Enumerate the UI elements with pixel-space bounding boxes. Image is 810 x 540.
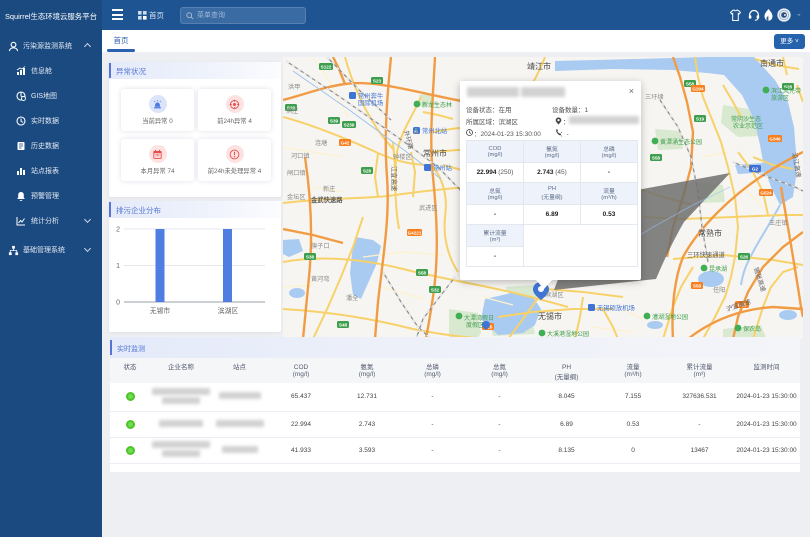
svg-text:S39: S39: [330, 119, 339, 124]
svg-text:🚆: 🚆: [413, 128, 419, 135]
svg-text:保农岛: 保农岛: [743, 325, 761, 333]
svg-text:昆承湖: 昆承湖: [709, 265, 727, 273]
svg-text:金武快速路: 金武快速路: [310, 195, 343, 204]
svg-text:三圩埭: 三圩埭: [645, 93, 664, 101]
svg-text:S19: S19: [696, 117, 705, 122]
svg-text:S26: S26: [740, 255, 749, 260]
svg-text:南通市: 南通市: [760, 58, 784, 68]
svg-text:大潭湾假日: 大潭湾假日: [464, 314, 494, 322]
svg-text:新庄: 新庄: [323, 185, 335, 193]
svg-text:无锡市: 无锡市: [538, 311, 562, 321]
svg-text:1: 1: [116, 263, 120, 270]
svg-text:S48: S48: [339, 323, 348, 328]
svg-text:洪庄: 洪庄: [286, 107, 298, 115]
svg-text:任阳: 任阳: [713, 286, 725, 294]
svg-text:江宜高速: 江宜高速: [390, 166, 399, 192]
svg-text:潘全: 潘全: [346, 294, 359, 302]
svg-text:S58: S58: [418, 271, 427, 276]
svg-text:G204: G204: [692, 87, 704, 92]
svg-text:无锡硕放机场: 无锡硕放机场: [597, 303, 635, 312]
svg-text:三环快速通道: 三环快速通道: [687, 250, 725, 259]
svg-text:黄河弯: 黄河弯: [311, 275, 330, 283]
svg-text:连塘: 连塘: [315, 139, 327, 147]
svg-text:常州北站: 常州北站: [422, 126, 448, 135]
svg-text:旅游区: 旅游区: [771, 94, 789, 102]
svg-text:洪甲: 洪甲: [288, 83, 300, 91]
svg-text:2: 2: [116, 227, 120, 234]
svg-text:常熟市: 常熟市: [698, 228, 722, 238]
svg-text:新龙生态林: 新龙生态林: [422, 101, 452, 109]
svg-text:G4221: G4221: [408, 231, 422, 236]
svg-text:常州奔牛: 常州奔牛: [358, 91, 383, 100]
svg-text:度假区: 度假区: [466, 321, 484, 329]
svg-text:农业示范区: 农业示范区: [733, 122, 763, 130]
svg-text:滨湖区: 滨湖区: [218, 306, 239, 315]
svg-text:S58: S58: [652, 156, 661, 161]
svg-text:S58: S58: [693, 284, 702, 289]
svg-text:S23: S23: [373, 79, 382, 84]
svg-text:滨江风光带: 滨江风光带: [771, 87, 801, 95]
svg-text:闸口镇: 闸口镇: [287, 169, 306, 177]
svg-text:王庄镇: 王庄镇: [769, 219, 788, 227]
svg-text:靖江市: 靖江市: [527, 61, 551, 71]
svg-text:G524: G524: [760, 191, 772, 196]
svg-text:0: 0: [116, 300, 120, 307]
svg-text:钟楼区: 钟楼区: [393, 153, 412, 161]
svg-text:S28: S28: [363, 169, 372, 174]
svg-text:无锡市: 无锡市: [150, 306, 171, 315]
svg-text:G42: G42: [341, 141, 350, 146]
svg-text:滨湖区: 滨湖区: [545, 291, 564, 299]
svg-text:S38: S38: [306, 255, 315, 260]
svg-text:S122: S122: [321, 65, 332, 70]
svg-text:河口镇: 河口镇: [291, 152, 310, 160]
svg-text:常阴沙生态: 常阴沙生态: [731, 115, 761, 123]
svg-text:武进区: 武进区: [419, 204, 438, 212]
svg-text:S239: S239: [344, 123, 355, 128]
svg-text:常州市: 常州市: [423, 148, 447, 158]
svg-text:G2: G2: [752, 167, 759, 172]
svg-text:国际机场: 国际机场: [358, 98, 383, 107]
svg-text:S32: S32: [431, 288, 440, 293]
svg-text:常州站: 常州站: [433, 163, 453, 172]
svg-text:G346: G346: [769, 137, 781, 142]
svg-text:黄潭涌生态公园: 黄潭涌生态公园: [660, 138, 702, 146]
svg-text:漕湖湿地公园: 漕湖湿地公园: [652, 313, 688, 321]
svg-text:旗子口: 旗子口: [311, 242, 330, 250]
svg-text:金坛区: 金坛区: [287, 193, 306, 201]
